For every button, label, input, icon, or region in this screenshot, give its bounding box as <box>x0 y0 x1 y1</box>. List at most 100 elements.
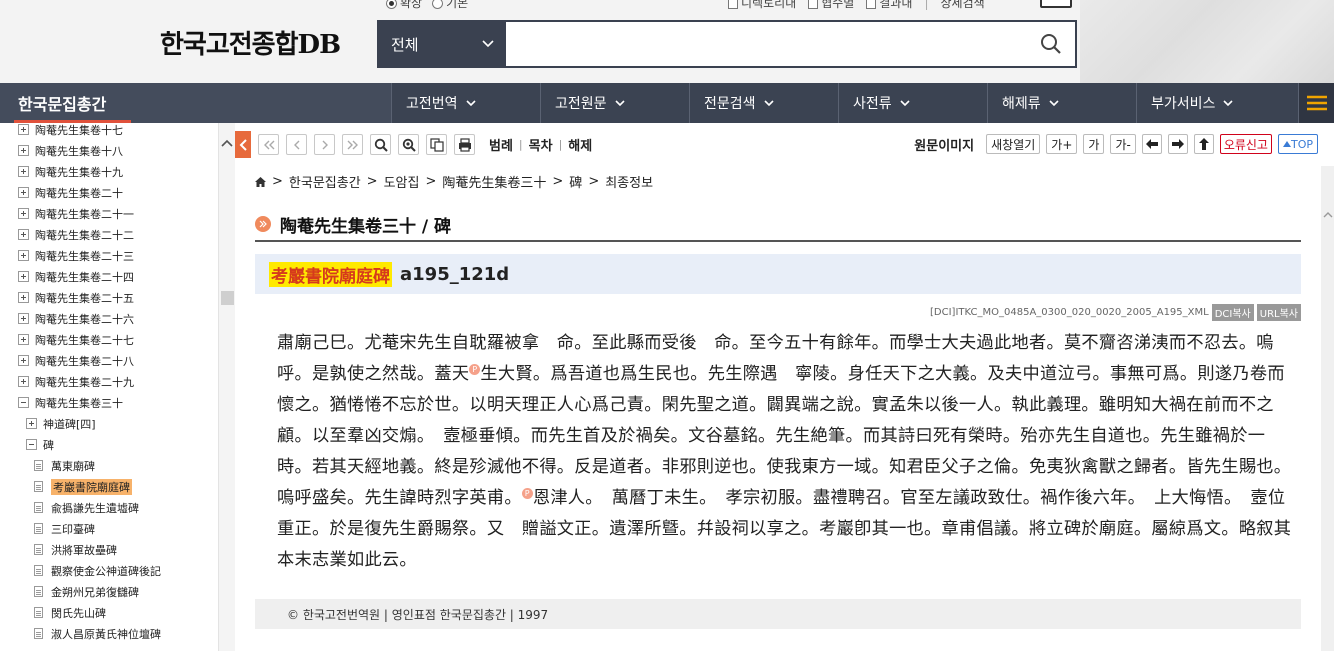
tree-leaf[interactable]: 洪將軍故壘碑 <box>34 539 117 560</box>
next-article-button[interactable] <box>1167 134 1188 154</box>
chevron-up-icon[interactable] <box>1323 210 1333 220</box>
tree-item[interactable]: 神道碑[四] <box>26 413 96 434</box>
breadcrumb-item[interactable]: 陶菴先生集卷三十 <box>442 172 546 191</box>
tree-item[interactable]: 陶菴先生集卷十九 <box>18 161 123 182</box>
nav-item-fulltext[interactable]: 전문검색 <box>689 83 838 123</box>
url-copy-button[interactable]: URL복사 <box>1256 304 1301 321</box>
radio-basic[interactable]: 기본 <box>432 0 468 11</box>
copyright-footer: © 한국고전번역원 | 영인표점 한국문집총간 | 1997 <box>255 599 1301 629</box>
tree-item[interactable]: 陶菴先生集卷二十八 <box>18 350 134 371</box>
radio-expanded[interactable]: 확장 <box>386 0 422 11</box>
breadcrumb-item[interactable]: 한국문집총간 <box>289 172 361 191</box>
expand-toggle-icon[interactable] <box>18 292 29 303</box>
tree-item-current-volume[interactable]: 陶菴先生集卷三十 <box>18 392 123 413</box>
detail-search-link[interactable]: 상세검색 <box>941 0 985 11</box>
search-input[interactable] <box>506 22 1027 66</box>
font-smaller-button[interactable]: 가- <box>1110 134 1136 154</box>
check-volume[interactable]: 협수별 <box>808 0 854 11</box>
nav-item-original[interactable]: 고전원문 <box>540 83 689 123</box>
expand-toggle-icon[interactable] <box>18 124 29 135</box>
new-window-button[interactable]: 새창열기 <box>986 134 1041 154</box>
search-button[interactable] <box>1027 22 1075 66</box>
tree-item[interactable]: 陶菴先生集卷十八 <box>18 140 123 161</box>
hamburger-menu-button[interactable] <box>1298 83 1334 123</box>
tree-leaf[interactable]: 兪撝謙先生遺墟碑 <box>34 497 139 518</box>
scroll-top-button[interactable]: TOP <box>1277 134 1318 154</box>
tree-item[interactable]: 陶菴先生集卷二十三 <box>18 245 134 266</box>
font-normal-button[interactable]: 가 <box>1083 134 1105 154</box>
parent-level-button[interactable] <box>1193 134 1214 154</box>
toc-link[interactable]: 목차 <box>529 135 553 154</box>
first-page-button[interactable] <box>258 134 279 155</box>
tree-item[interactable]: 陶菴先生集卷二十 <box>18 182 123 203</box>
original-image-link[interactable]: 원문이미지 <box>914 135 974 154</box>
tree-item[interactable]: 陶菴先生集卷二十四 <box>18 266 134 287</box>
tree-item[interactable]: 陶菴先生集卷十七 <box>18 123 123 140</box>
tree-item[interactable]: 陶菴先生集卷二十九 <box>18 371 134 392</box>
nav-item-commentary[interactable]: 해제류 <box>987 83 1136 123</box>
keyboard-icon[interactable] <box>1040 0 1072 8</box>
expand-toggle-icon[interactable] <box>26 418 37 429</box>
copy-button[interactable] <box>426 134 447 155</box>
punctuation-note-icon[interactable]: P <box>469 364 481 376</box>
expand-toggle-icon[interactable] <box>18 208 29 219</box>
breadcrumb-item[interactable]: 도암집 <box>384 172 420 191</box>
expand-toggle-icon[interactable] <box>18 229 29 240</box>
document-icon <box>34 586 43 597</box>
dci-copy-button[interactable]: DCI복사 <box>1211 304 1254 321</box>
punctuation-note-icon[interactable]: P <box>521 488 533 500</box>
zoom-button[interactable] <box>398 134 419 155</box>
tree-leaf[interactable]: 觀察使金公神道碑後記 <box>34 560 161 581</box>
check-directory[interactable]: 디렉토리내 <box>728 0 796 11</box>
expand-toggle-icon[interactable] <box>18 271 29 282</box>
double-left-icon <box>263 140 274 149</box>
font-larger-button[interactable]: 가+ <box>1046 134 1078 154</box>
tree-item[interactable]: 陶菴先生集卷二十二 <box>18 224 134 245</box>
nav-brand[interactable]: 한국문집총간 <box>0 83 391 123</box>
left-icon <box>293 140 299 149</box>
expand-toggle-icon[interactable] <box>18 187 29 198</box>
expand-toggle-icon[interactable] <box>18 334 29 345</box>
commentary-link[interactable]: 해제 <box>568 135 592 154</box>
tree-leaf[interactable]: 閔氏先山碑 <box>34 602 106 623</box>
tree-item[interactable]: 陶菴先生集卷二十一 <box>18 203 134 224</box>
report-error-button[interactable]: 오류신고 <box>1219 134 1272 154</box>
breadcrumb-item[interactable]: 碑 <box>569 172 582 191</box>
nav-item-services[interactable]: 부가서비스 <box>1136 83 1285 123</box>
tree-leaf-selected[interactable]: 考巖書院廟庭碑 <box>34 476 132 497</box>
search-scope-select[interactable]: 전체 <box>379 22 506 66</box>
expand-toggle-icon[interactable] <box>18 166 29 177</box>
expand-toggle-icon[interactable] <box>18 313 29 324</box>
search-in-text-button[interactable] <box>370 134 391 155</box>
collapse-sidebar-button[interactable] <box>235 131 251 158</box>
expand-toggle-icon[interactable] <box>18 376 29 387</box>
expand-toggle-icon[interactable] <box>18 250 29 261</box>
home-icon[interactable] <box>255 176 266 187</box>
tree-leaf[interactable]: 金朔州兄弟復讎碑 <box>34 581 139 602</box>
prev-page-button[interactable] <box>286 134 307 155</box>
expand-toggle-icon[interactable] <box>18 145 29 156</box>
nav-item-translation[interactable]: 고전번역 <box>391 83 540 123</box>
collapse-toggle-icon[interactable] <box>18 397 29 408</box>
last-page-button[interactable] <box>342 134 363 155</box>
tree-item[interactable]: 陶菴先生集卷二十五 <box>18 287 134 308</box>
tree-leaf[interactable]: 淑人昌原黃氏神位壇碑 <box>34 623 161 644</box>
chevron-up-icon[interactable] <box>221 137 233 149</box>
site-logo[interactable]: 한국고전종합DB <box>160 24 341 61</box>
next-page-button[interactable] <box>314 134 335 155</box>
nav-item-dictionary[interactable]: 사전류 <box>838 83 987 123</box>
tree-leaf[interactable]: 萬東廟碑 <box>34 455 95 476</box>
legend-link[interactable]: 범례 <box>489 135 513 154</box>
tree-item-stele-category[interactable]: 碑 <box>26 434 54 455</box>
print-button[interactable] <box>454 134 475 155</box>
check-in-results[interactable]: 결과내 <box>866 0 912 11</box>
tree-item[interactable]: 陶菴先生集卷二十七 <box>18 329 134 350</box>
prev-article-button[interactable] <box>1141 134 1162 154</box>
tree-leaf[interactable]: 三印臺碑 <box>34 518 95 539</box>
collapse-toggle-icon[interactable] <box>26 439 37 450</box>
scrollbar-thumb[interactable] <box>221 291 234 305</box>
tree-item[interactable]: 陶菴先生集卷二十六 <box>18 308 134 329</box>
chevron-down-icon <box>1223 99 1233 106</box>
expand-toggle-icon[interactable] <box>18 355 29 366</box>
sidebar-scrollbar[interactable] <box>218 123 235 651</box>
